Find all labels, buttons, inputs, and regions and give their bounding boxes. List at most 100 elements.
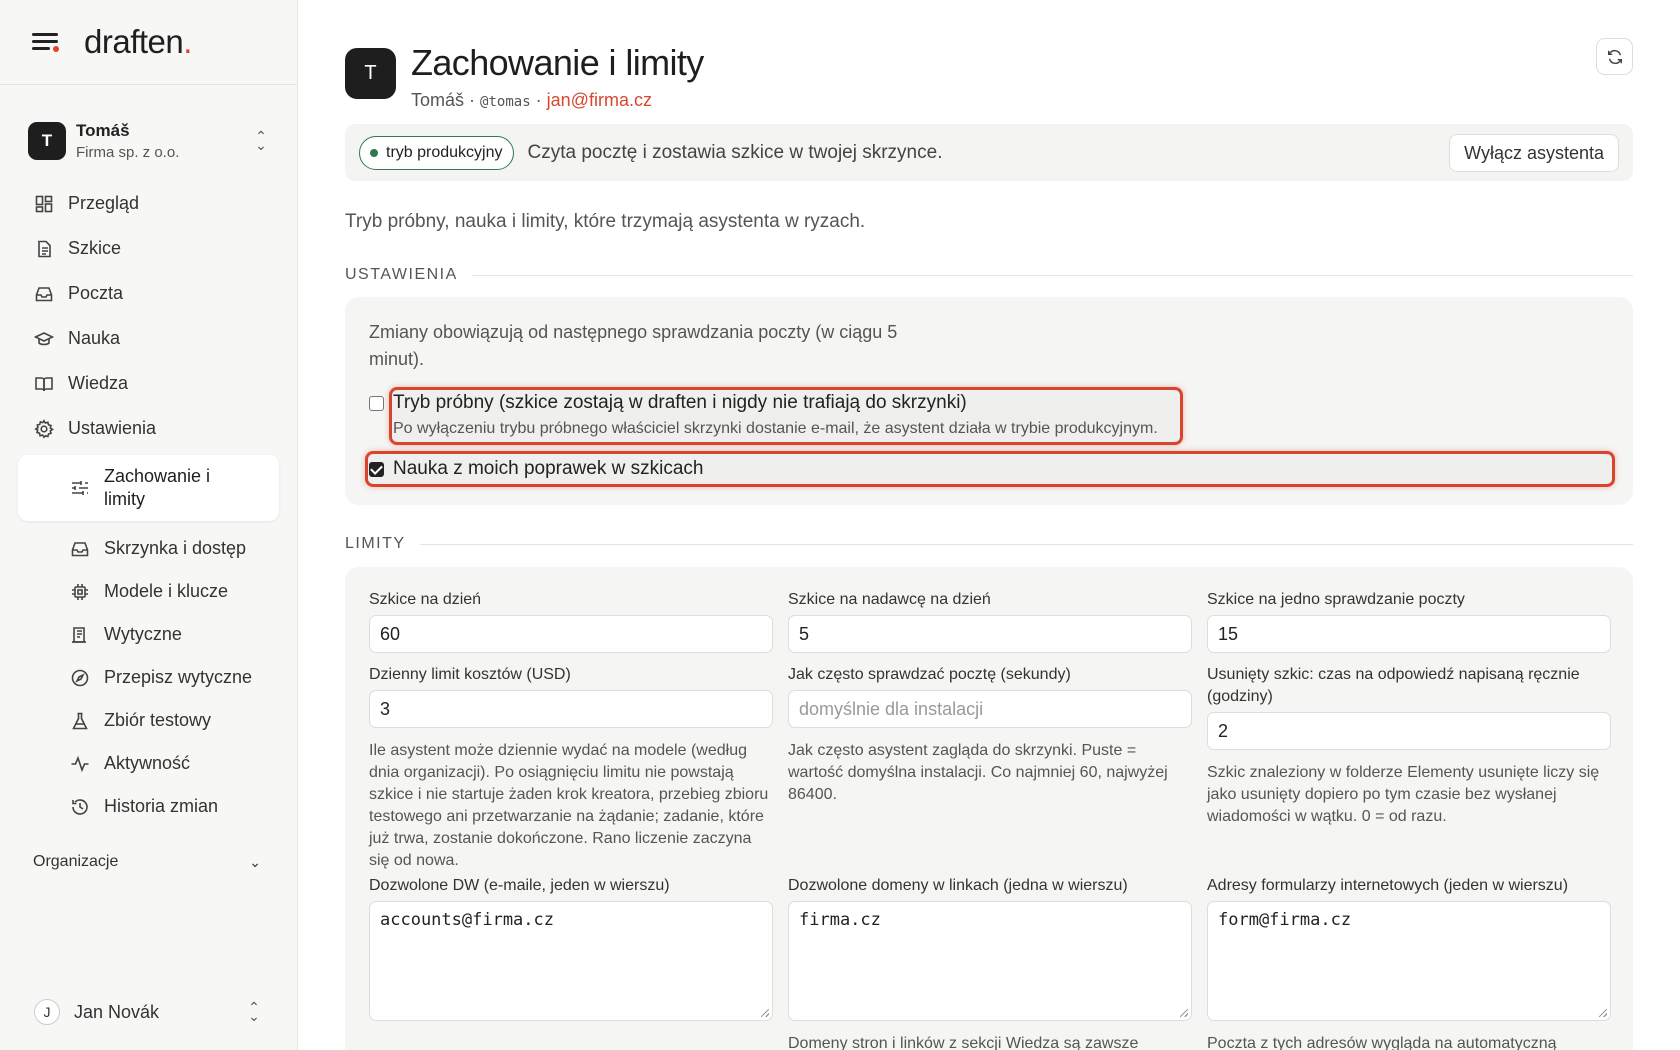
drafts-per-sender-field: Szkice na nadawcę na dzień 5 [788,589,1192,653]
drafts-per-sender-label: Szkice na nadawcę na dzień [788,591,991,608]
menu-icon[interactable] [32,31,60,53]
deleted-draft-field: Usunięty szkic: czas na odpowiedź napisa… [1207,664,1611,828]
drafts-per-day-field: Szkice na dzień 60 [369,589,773,653]
allowed-cc-textarea[interactable]: accounts@firma.cz [369,901,773,1021]
settings-note: Zmiany obowiązują od następnego sprawdza… [369,322,898,369]
status-dot [370,148,378,157]
drafts-per-day-label: Szkice na dzień [369,591,482,608]
organizations-toggle[interactable]: Organizacje ⌄ [0,842,297,882]
drafts-per-check-input[interactable]: 15 [1207,615,1611,653]
flask-icon [70,711,90,731]
graduation-cap-icon [34,329,54,349]
account-avatar: T [28,122,66,160]
deleted-draft-input[interactable]: 2 [1207,712,1611,750]
limits-section-heading: LIMITY [345,535,1633,553]
nav-item-overview[interactable]: Przegląd [0,181,297,226]
disable-assistant-button[interactable]: Wyłącz asystenta [1449,134,1619,172]
mode-label: tryb produkcyjny [386,143,503,161]
user-menu[interactable]: J Jan Novák ⌃ ⌄ [0,992,298,1032]
nav-label: Ustawienia [68,418,157,438]
check-interval-field: Jak często sprawdzać pocztę (sekundy) do… [788,664,1192,806]
settings-section-heading: USTAWIENIA [345,266,1633,284]
drafts-per-sender-input[interactable]: 5 [788,615,1192,653]
subnav-item-mailbox-access[interactable]: Skrzynka i dostęp [0,527,297,570]
allowed-domains-textarea[interactable]: firma.cz [788,901,1192,1021]
organizations-label: Organizacje [33,853,119,870]
chip-icon [70,582,90,602]
subnav-label: Zachowanie i limity [104,466,211,509]
inbox-icon [34,284,54,304]
allowed-cc-field: Dozwolone DW (e-maile, jeden w wierszu) … [369,875,773,1021]
subnav-item-models-keys[interactable]: Modele i klucze [0,570,297,613]
subnav-label: Skrzynka i dostęp [104,538,247,558]
check-interval-help: Jak często asystent zagląda do skrzynki.… [788,742,1168,803]
daily-cost-input[interactable]: 3 [369,690,773,728]
nav-item-mail[interactable]: Poczta [0,271,297,316]
page-description: Tryb próbny, nauka i limity, które trzym… [345,211,866,232]
check-interval-input[interactable]: domyślnie dla instalacji [788,690,1192,728]
account-switcher[interactable]: T Tomáš Firma sp. z o.o. ⌃ ⌄ [0,117,297,165]
subnav-item-guidelines[interactable]: Wytyczne [0,613,297,656]
subnav-item-history[interactable]: Historia zmian [0,785,297,828]
subnav-item-test-set[interactable]: Zbiór testowy [0,699,297,742]
trial-mode-label[interactable]: Tryb próbny (szkice zostają w draften i … [393,392,1158,414]
drafts-per-check-field: Szkice na jedno sprawdzanie poczty 15 [1207,589,1611,653]
trial-mode-checkbox[interactable] [369,396,384,411]
status-banner: tryb produkcyjny Czyta pocztę i zostawia… [345,124,1633,181]
deleted-draft-label: Usunięty szkic: czas na odpowiedź napisa… [1207,666,1580,705]
document-icon [34,239,54,259]
account-org: Firma sp. z o.o. [76,144,180,161]
web-forms-textarea[interactable]: form@firma.cz [1207,901,1611,1021]
learning-row: Nauka z moich poprawek w szkicach [369,458,703,480]
status-text: Czyta pocztę i zostawia szkice w twojej … [527,141,943,163]
mailbox-email[interactable]: jan@firma.cz [547,90,652,110]
subnav-item-behavior-limits[interactable]: Zachowanie i limity [18,455,279,521]
chevron-down-icon: ⌄ [249,853,261,870]
logo[interactable]: draften. [84,23,192,61]
learning-label[interactable]: Nauka z moich poprawek w szkicach [393,458,703,480]
gear-icon [34,418,54,439]
subnav-label: Przepisz wytyczne [104,667,253,687]
learning-checkbox[interactable] [369,462,384,477]
trial-mode-row: Tryb próbny (szkice zostają w draften i … [369,392,1158,438]
guidelines-icon [70,625,90,645]
nav-item-drafts[interactable]: Szkice [0,226,297,271]
history-icon [70,797,90,817]
subnav-label: Zbiór testowy [104,710,212,730]
brand-bar: draften. [0,0,297,85]
mailbox-identity: Tomáš · @tomas · jan@firma.cz [411,90,704,111]
allowed-domains-label: Dozwolone domeny w linkach (jedna w wier… [788,877,1128,894]
drafts-per-day-input[interactable]: 60 [369,615,773,653]
compass-icon [70,668,90,688]
dashboard-icon [34,194,54,214]
mailbox-handle: @tomas [480,94,531,110]
nav-label: Nauka [68,328,121,348]
daily-cost-field: Dzienny limit kosztów (USD) 3 Ile asyste… [369,664,773,872]
daily-cost-help: Ile asystent może dziennie wydać na mode… [369,742,769,869]
mode-badge: tryb produkcyjny [359,135,514,170]
mailbox-avatar: T [345,48,396,99]
drafts-per-check-label: Szkice na jedno sprawdzanie poczty [1207,591,1465,608]
nav-item-knowledge[interactable]: Wiedza [0,361,297,406]
page-header: T Zachowanie i limity Tomáš · @tomas · j… [345,42,704,111]
nav-item-settings[interactable]: Ustawienia [0,406,297,451]
account-name: Tomáš [76,121,130,140]
mailbox-owner-name: Tomáš [411,90,465,110]
subnav-item-activity[interactable]: Aktywność [0,742,297,785]
subnav-label: Historia zmian [104,796,219,816]
web-forms-label: Adresy formularzy internetowych (jeden w… [1207,877,1569,894]
refresh-button[interactable] [1596,38,1633,75]
nav-label: Poczta [68,283,124,303]
nav-label: Przegląd [68,193,140,213]
activity-icon [70,754,90,774]
allowed-domains-help: Domeny stron i linków z sekcji Wiedza są… [788,1035,1139,1050]
check-interval-label: Jak często sprawdzać pocztę (sekundy) [788,666,1071,683]
trial-mode-help: Po wyłączeniu trybu próbnego właściciel … [393,420,1158,437]
inbox-icon [70,539,90,559]
nav-item-learning[interactable]: Nauka [0,316,297,361]
nav-label: Wiedza [68,373,129,393]
subnav-label: Aktywność [104,753,191,773]
web-forms-field: Adresy formularzy internetowych (jeden w… [1207,875,1611,1050]
subnav-item-rewrite-guidelines[interactable]: Przepisz wytyczne [0,656,297,699]
daily-cost-label: Dzienny limit kosztów (USD) [369,666,571,683]
